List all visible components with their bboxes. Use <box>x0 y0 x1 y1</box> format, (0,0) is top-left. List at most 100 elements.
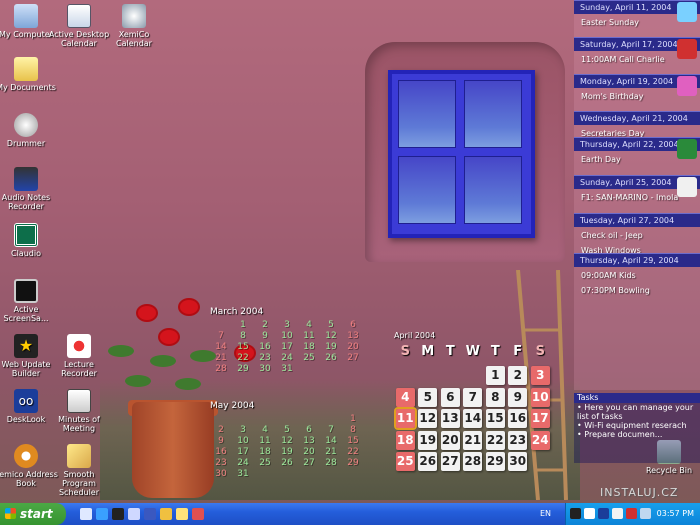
calendar-day[interactable]: 13 <box>298 436 320 446</box>
calendar-day[interactable]: 13 <box>342 331 364 341</box>
calendar-day[interactable]: 10 <box>276 331 298 341</box>
calendar-day-tile[interactable]: 25 <box>395 452 415 471</box>
calendar-day[interactable]: 26 <box>276 458 298 468</box>
agenda-event[interactable]: 11:00AM Call Charlie <box>581 55 665 64</box>
tray-monitor-icon[interactable] <box>570 508 581 519</box>
calendar-day-tile[interactable]: 4 <box>395 387 415 407</box>
start-button[interactable]: start <box>0 503 66 525</box>
calendar-day[interactable]: 3 <box>232 425 254 435</box>
calendar-day[interactable]: 5 <box>276 425 298 435</box>
agenda-event[interactable]: Check oil - Jeep <box>581 231 643 240</box>
calendar-day[interactable]: 11 <box>254 436 276 446</box>
calendar-day[interactable]: 28 <box>320 458 342 468</box>
calendar-day[interactable]: 16 <box>254 342 276 352</box>
calendar-day[interactable]: 19 <box>320 342 342 352</box>
calendar-day[interactable]: 20 <box>342 342 364 352</box>
calendar-day[interactable]: 23 <box>254 353 276 363</box>
desktop-icon-my-documents[interactable]: My Documents <box>0 57 58 92</box>
calendar-day-tile[interactable]: 13 <box>440 409 460 428</box>
agenda-event[interactable]: Easter Sunday <box>581 18 639 27</box>
quicklaunch-ie-icon[interactable] <box>96 508 108 520</box>
calendar-day[interactable]: 23 <box>210 458 232 468</box>
calendar-day[interactable]: 16 <box>210 447 232 457</box>
desktop-icon-active-screensaver[interactable]: Active ScreenSa... <box>0 279 58 323</box>
calendar-day-tile[interactable]: 8 <box>485 387 505 407</box>
calendar-day-tile[interactable]: 9 <box>508 387 528 407</box>
calendar-day-tile[interactable]: 7 <box>463 387 483 407</box>
calendar-day[interactable]: 6 <box>342 320 364 330</box>
calendar-day[interactable]: 18 <box>254 447 276 457</box>
calendar-day[interactable]: 8 <box>232 331 254 341</box>
calendar-day[interactable]: 15 <box>342 436 364 446</box>
calendar-day[interactable]: 11 <box>298 331 320 341</box>
task-item[interactable]: • Wi-Fi equipment reserach <box>574 421 700 430</box>
calendar-day[interactable]: 21 <box>320 447 342 457</box>
desktop-icon-lecture-recorder[interactable]: Lecture Recorder <box>47 334 111 378</box>
calendar-day-tile[interactable]: 6 <box>440 387 460 407</box>
calendar-day[interactable]: 22 <box>342 447 364 457</box>
calendar-day-tile[interactable]: 18 <box>395 430 415 450</box>
calendar-day[interactable]: 15 <box>232 342 254 352</box>
calendar-day-tile[interactable]: 20 <box>440 430 460 450</box>
calendar-day-tile[interactable]: 27 <box>440 452 460 471</box>
tray-app-icon[interactable] <box>598 508 609 519</box>
desktop-icon-drummer[interactable]: Drummer <box>0 113 58 148</box>
calendar-day[interactable]: 12 <box>276 436 298 446</box>
calendar-day-tile[interactable]: 28 <box>463 452 483 471</box>
calendar-day-tile[interactable]: 11 <box>393 407 417 430</box>
calendar-day[interactable]: 24 <box>232 458 254 468</box>
tray-app-icon[interactable] <box>626 508 637 519</box>
calendar-day[interactable]: 9 <box>210 436 232 446</box>
calendar-day[interactable]: 31 <box>232 469 254 479</box>
calendar-day[interactable]: 9 <box>254 331 276 341</box>
calendar-day[interactable]: 31 <box>276 364 298 374</box>
calendar-day-tile[interactable]: 3 <box>530 366 550 385</box>
calendar-day[interactable]: 22 <box>232 353 254 363</box>
calendar-day-tile[interactable]: 2 <box>508 366 528 385</box>
agenda-event[interactable]: Mom's Birthday <box>581 92 643 101</box>
calendar-day[interactable]: 17 <box>276 342 298 352</box>
calendar-day-tile[interactable]: 19 <box>418 430 438 450</box>
calendar-day[interactable]: 25 <box>254 458 276 468</box>
calendar-day[interactable]: 30 <box>210 469 232 479</box>
agenda-event[interactable]: Earth Day <box>581 155 621 164</box>
calendar-day[interactable]: 5 <box>320 320 342 330</box>
calendar-day-tile[interactable]: 17 <box>530 409 550 428</box>
calendar-day[interactable]: 1 <box>342 414 364 424</box>
desktop-icon-smooth-program-scheduler[interactable]: Smooth Program Scheduler <box>47 444 111 497</box>
quicklaunch-desktop-icon[interactable] <box>80 508 92 520</box>
quicklaunch-calc-icon[interactable] <box>192 508 204 520</box>
taskbar-clock[interactable]: 03:57 PM <box>657 503 694 525</box>
calendar-day-tile[interactable]: 24 <box>530 430 550 450</box>
calendar-day-tile[interactable]: 29 <box>485 452 505 471</box>
quicklaunch-save-icon[interactable] <box>144 508 156 520</box>
calendar-day[interactable]: 27 <box>342 353 364 363</box>
calendar-day-tile[interactable]: 30 <box>508 452 528 471</box>
calendar-day[interactable]: 3 <box>276 320 298 330</box>
task-item[interactable]: • Here you can manage your list of tasks <box>574 403 700 421</box>
quicklaunch-folder-icon[interactable] <box>160 508 172 520</box>
calendar-day-tile[interactable]: 22 <box>485 430 505 450</box>
calendar-day[interactable]: 4 <box>254 425 276 435</box>
calendar-day[interactable]: 2 <box>254 320 276 330</box>
desktop-icon-audio-notes-recorder[interactable]: Audio Notes Recorder <box>0 167 58 211</box>
calendar-day-tile[interactable]: 23 <box>508 430 528 450</box>
agenda-event[interactable]: F1: SAN-MARINO - Imola <box>581 193 678 202</box>
calendar-day[interactable]: 7 <box>210 331 232 341</box>
tray-volume-icon[interactable] <box>640 508 651 519</box>
calendar-day[interactable]: 7 <box>320 425 342 435</box>
calendar-day-tile[interactable]: 16 <box>508 409 528 428</box>
agenda-event[interactable]: 07:30PM Bowling <box>581 286 650 295</box>
tray-calendar-icon[interactable] <box>584 508 595 519</box>
language-indicator[interactable]: EN <box>540 503 551 525</box>
desktop-icon-minutes-of-meeting[interactable]: Minutes of Meeting <box>47 389 111 433</box>
desktop-icon-claudio[interactable]: Claudio <box>0 223 58 258</box>
calendar-day-tile[interactable]: 1 <box>485 366 505 385</box>
quicklaunch-media-icon[interactable] <box>128 508 140 520</box>
calendar-day[interactable]: 30 <box>254 364 276 374</box>
calendar-day-tile[interactable]: 14 <box>463 409 483 428</box>
calendar-day[interactable]: 28 <box>210 364 232 374</box>
task-item[interactable]: • Prepare documen... <box>574 430 700 439</box>
calendar-day[interactable]: 6 <box>298 425 320 435</box>
calendar-day[interactable]: 21 <box>210 353 232 363</box>
